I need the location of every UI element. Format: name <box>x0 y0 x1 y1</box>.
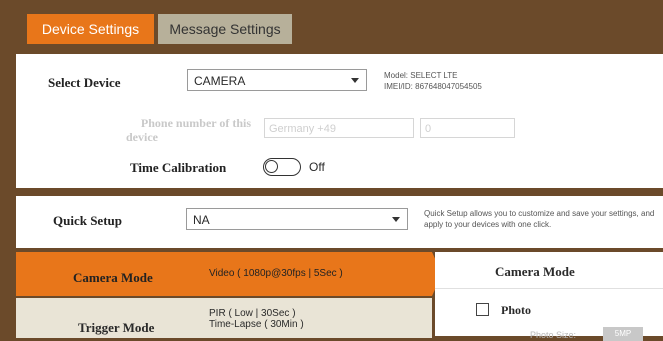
phone-number-label: Phone number of this device <box>126 116 266 144</box>
camera-mode-name: Camera Mode <box>73 270 153 285</box>
photo-size-label: Photo Size: <box>530 330 577 340</box>
model-text: Model: SELECT LTE <box>384 71 458 80</box>
quick-setup-value: NA <box>193 213 210 227</box>
tab-message-settings[interactable]: Message Settings <box>158 14 292 44</box>
quick-setup-panel: Quick Setup NA Quick Setup allows you to… <box>16 196 663 248</box>
chevron-down-icon <box>351 78 359 83</box>
device-info: Model: SELECT LTE IMEI/ID: 8676480470545… <box>384 70 482 92</box>
photo-label: Photo <box>501 303 531 317</box>
photo-checkbox[interactable] <box>476 303 489 316</box>
phone-country-field: Germany +49 <box>264 118 414 138</box>
quick-setup-help-line1: Quick Setup allows you to customize and … <box>424 209 655 218</box>
imei-text: IMEI/ID: 867648047054505 <box>384 82 482 91</box>
trigger-mode-name: Trigger Mode <box>78 320 155 335</box>
select-device-label: Select Device <box>48 75 121 90</box>
quick-setup-select[interactable]: NA <box>186 208 408 230</box>
chevron-down-icon <box>392 217 400 222</box>
device-panel: Select Device CAMERA Model: SELECT LTE I… <box>16 54 663 188</box>
photo-size-option[interactable]: 5MP <box>603 327 643 341</box>
trigger-mode-row[interactable]: Trigger Mode PIR ( Low | 30Sec ) Time-La… <box>16 298 432 338</box>
phone-label-line1: Phone number of this <box>140 116 252 130</box>
trigger-mode-value-2: Time-Lapse ( 30Min ) <box>209 319 304 330</box>
quick-setup-help-line2: apply to your devices with one click. <box>424 220 552 229</box>
time-calibration-state: Off <box>309 160 325 174</box>
divider <box>435 288 663 289</box>
time-calibration-label: Time Calibration <box>130 160 227 175</box>
device-select-value: CAMERA <box>194 74 246 88</box>
trigger-mode-value-1: PIR ( Low | 30Sec ) <box>209 308 296 319</box>
camera-mode-row[interactable]: Camera Mode Video ( 1080p@30fps | 5Sec ) <box>16 252 442 296</box>
toggle-knob <box>265 160 278 173</box>
camera-mode-panel-title: Camera Mode <box>495 264 575 279</box>
quick-setup-label: Quick Setup <box>53 213 122 228</box>
time-calibration-toggle[interactable] <box>263 158 301 176</box>
device-select[interactable]: CAMERA <box>187 69 367 91</box>
camera-mode-value: Video ( 1080p@30fps | 5Sec ) <box>209 268 343 279</box>
tab-device-settings[interactable]: Device Settings <box>27 14 154 44</box>
camera-mode-panel: Camera Mode Photo Photo Size: 5MP <box>435 252 663 341</box>
phone-label-line2: device <box>126 130 158 144</box>
phone-number-field: 0 <box>420 118 515 138</box>
quick-setup-help: Quick Setup allows you to customize and … <box>424 208 663 230</box>
